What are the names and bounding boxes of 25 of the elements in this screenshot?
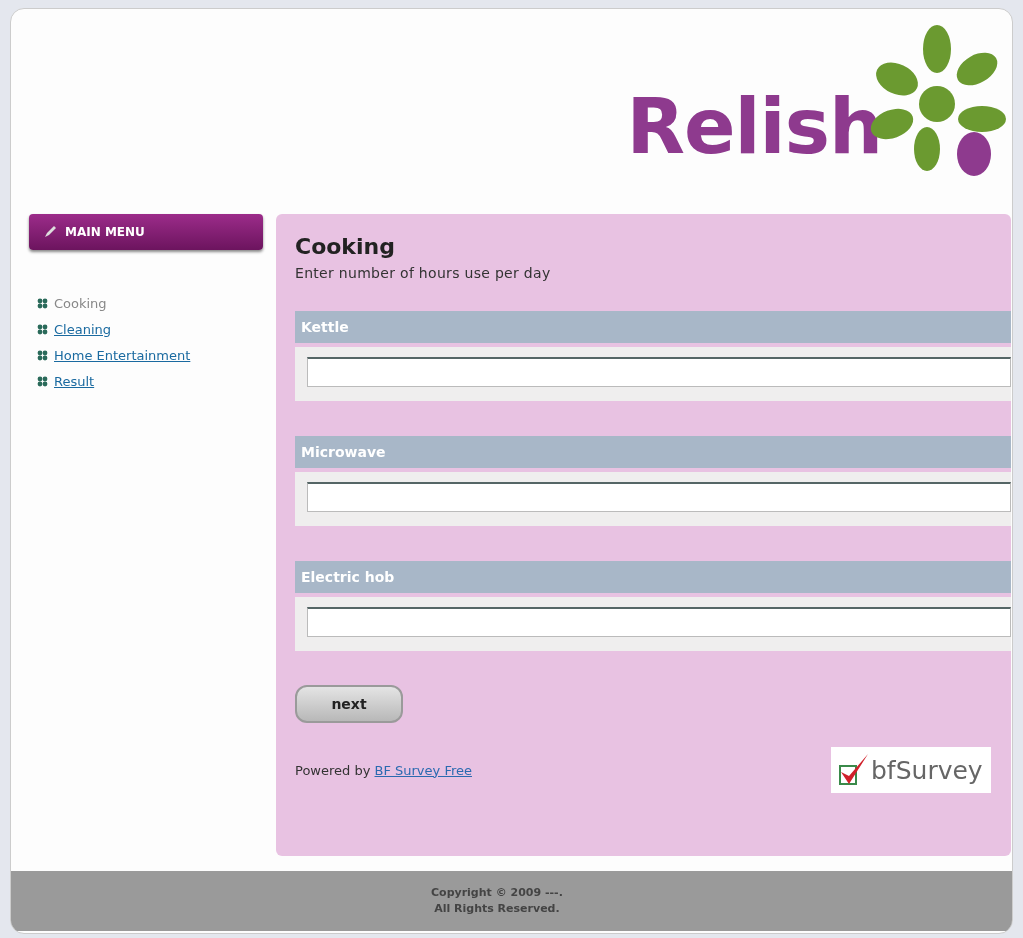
copyright-text: Copyright © 2009 ---. <box>431 885 563 901</box>
survey-link[interactable]: BF Survey Free <box>374 762 472 778</box>
question-label: Microwave <box>295 436 1011 468</box>
answer-field[interactable] <box>307 482 1011 512</box>
clover-icon <box>37 297 48 309</box>
menu-item[interactable]: Home Entertainment <box>54 347 191 363</box>
menu-item[interactable]: Cooking <box>54 295 107 311</box>
pencil-icon <box>43 225 57 239</box>
instruction-text: Enter number of hours use per day <box>295 265 552 281</box>
powered-by-text: Powered by <box>295 762 371 778</box>
copyright-text: All Rights Reserved. <box>433 901 561 917</box>
clover-icon <box>37 349 48 361</box>
bfsurvey-text: bfSurvey <box>871 755 983 785</box>
menu-item[interactable]: Result <box>54 373 95 389</box>
menu-title: MAIN MENU <box>65 225 145 239</box>
question-label: Electric hob <box>295 561 1011 593</box>
question-label: Kettle <box>295 311 1011 343</box>
page-title: Cooking <box>295 234 396 259</box>
clover-icon <box>37 375 48 387</box>
answer-field[interactable] <box>307 357 1011 387</box>
clover-icon <box>37 323 48 335</box>
answer-field[interactable] <box>307 607 1011 637</box>
menu-item[interactable]: Cleaning <box>54 321 111 337</box>
next-button[interactable]: next <box>295 685 403 723</box>
logo-text: Relish <box>626 82 882 171</box>
